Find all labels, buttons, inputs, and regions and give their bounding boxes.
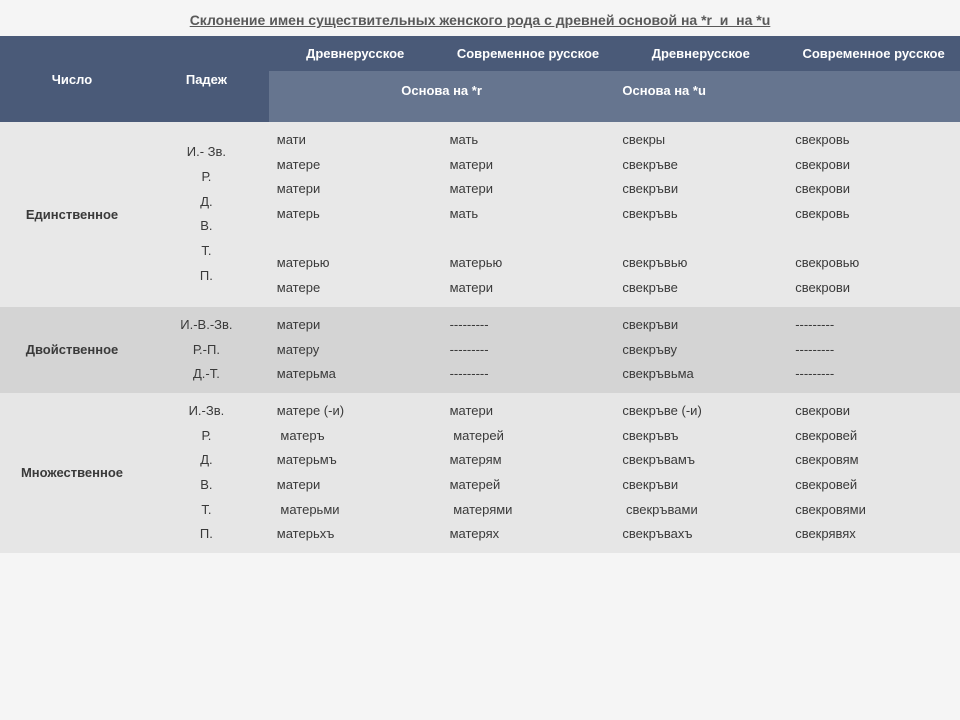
du-modern-u: --------------------------- <box>787 307 960 393</box>
label-dual: Двойственное <box>0 307 144 393</box>
row-plural: Множественное И.-Зв.Р.Д.В.Т.П. матере (-… <box>0 393 960 553</box>
th-old-r: Древнерусское <box>269 36 442 71</box>
th-case: Падеж <box>144 36 269 122</box>
du-modern-r: --------------------------- <box>442 307 615 393</box>
du-old-u: свекръвисвекръвусвекръвьма <box>614 307 787 393</box>
pl-modern-u: свекровисвекровейсвекровямсвекровейсвекр… <box>787 393 960 553</box>
cases-plural: И.-Зв.Р.Д.В.Т.П. <box>144 393 269 553</box>
sg-old-u: свекрысвекръвесвекръвисвекръвь свекръвью… <box>614 122 787 307</box>
th-stem-r: Основа на *r <box>269 71 615 122</box>
pl-modern-r: матери матерейматерямматерей матерямимат… <box>442 393 615 553</box>
pl-old-r: матере (-и) матеръматерьмъматери матерьм… <box>269 393 442 553</box>
du-old-r: материматеруматерьма <box>269 307 442 393</box>
page-title: Склонение имен существительных женского … <box>0 0 960 36</box>
th-number: Число <box>0 36 144 122</box>
cases-dual: И.-В.-Зв.Р.-П.Д.-Т. <box>144 307 269 393</box>
label-singular: Единственное <box>0 122 144 307</box>
th-modern-u: Современное русское <box>787 36 960 71</box>
pl-old-u: свекръве (-и)свекръвъсвекръвамъсвекръви … <box>614 393 787 553</box>
sg-modern-r: матьматериматеримать матерьюматери <box>442 122 615 307</box>
row-dual: Двойственное И.-В.-Зв.Р.-П.Д.-Т. материм… <box>0 307 960 393</box>
sg-old-r: матиматерематериматерь матерьюматере <box>269 122 442 307</box>
label-plural: Множественное <box>0 393 144 553</box>
cases-singular: И.- Зв.Р.Д.В.Т.П. <box>144 122 269 307</box>
th-stem-u: Основа на *u <box>614 71 960 122</box>
th-old-u: Древнерусское <box>614 36 787 71</box>
row-singular: Единственное И.- Зв.Р.Д.В.Т.П. матиматер… <box>0 122 960 307</box>
sg-modern-u: свекровьсвекровисвекровисвекровь свекров… <box>787 122 960 307</box>
declension-table: Число Падеж Древнерусское Современное ру… <box>0 36 960 553</box>
th-modern-r: Современное русское <box>442 36 615 71</box>
